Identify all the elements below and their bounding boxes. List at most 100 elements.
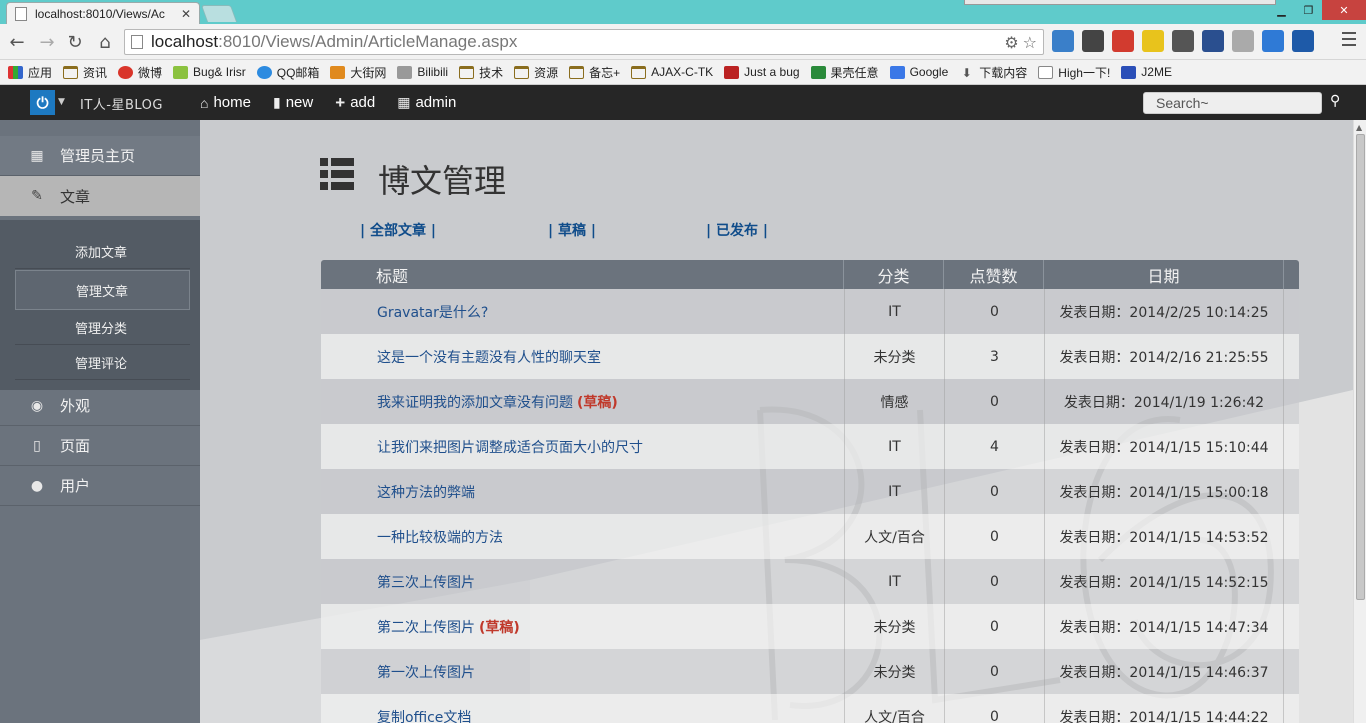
article-title-link[interactable]: 让我们来把图片调整成适合页面大小的尺寸	[377, 437, 643, 457]
evernote-icon[interactable]	[1082, 30, 1104, 52]
app-ext-icon[interactable]	[1292, 30, 1314, 52]
article-title-link[interactable]: 复制office文档	[377, 707, 471, 723]
maximize-icon[interactable]: ❐	[1295, 0, 1322, 20]
article-title-link[interactable]: 第三次上传图片	[377, 572, 475, 592]
bookmark-item[interactable]: ⬇ 下载内容	[959, 64, 1028, 81]
new-tab-button[interactable]	[200, 5, 238, 22]
submenu-manage-comments[interactable]: 管理评论	[15, 345, 190, 380]
weibo-ext-icon[interactable]	[1112, 30, 1134, 52]
article-title-link[interactable]: 这是一个没有主题没有人性的聊天室	[377, 347, 601, 367]
table-row: 一种比较极端的方法 人文/百合 0 发表日期：2014/1/15 14:53:52	[321, 514, 1299, 559]
bookmark-item[interactable]: Google	[889, 65, 948, 79]
bug-report-icon	[724, 65, 740, 79]
plus-icon: +	[335, 92, 346, 112]
bug-icon	[173, 65, 189, 79]
column-header-title[interactable]: 标题	[321, 260, 844, 289]
article-title-cell: 让我们来把图片调整成适合页面大小的尺寸	[321, 424, 844, 469]
article-title-link[interactable]: 第一次上传图片	[377, 662, 475, 682]
submenu-manage-categories[interactable]: 管理分类	[15, 310, 190, 345]
minimize-icon[interactable]: ▁	[1268, 0, 1295, 20]
site-brand[interactable]: IT人-星BLOG	[80, 94, 163, 113]
apps-icon	[8, 65, 23, 79]
filter-published[interactable]: | 已发布 |	[706, 220, 768, 240]
phone-ext-icon[interactable]	[1142, 30, 1164, 52]
extension-icon[interactable]: ⚙	[1004, 33, 1018, 52]
bookmark-item[interactable]: AJAX-C-TK	[631, 65, 713, 79]
baidu-ext-icon[interactable]	[1262, 30, 1284, 52]
column-header-likes[interactable]: 点赞数	[944, 260, 1044, 289]
submenu-add-article[interactable]: 添加文章	[15, 234, 190, 269]
bookmark-item[interactable]: Just a bug	[724, 65, 800, 79]
search-input[interactable]	[1143, 92, 1322, 114]
bilibili-icon	[397, 65, 413, 79]
google-icon	[889, 65, 905, 79]
bookmark-item[interactable]: 大街网	[330, 64, 386, 81]
article-category-cell: IT	[844, 559, 944, 604]
article-category-cell: 情感	[844, 379, 944, 424]
sidebar-item-pages[interactable]: ▯ 页面	[0, 426, 200, 466]
bookmark-item[interactable]: Bug& Irisr	[173, 65, 246, 79]
bookmark-item[interactable]: 技术	[459, 64, 503, 81]
filter-all[interactable]: | 全部文章 |	[360, 220, 436, 240]
bookmark-item[interactable]: 资讯	[63, 64, 107, 81]
table-row: Gravatar是什么? IT 0 发表日期：2014/2/25 10:14:25	[321, 289, 1299, 334]
article-title-link[interactable]: 第二次上传图片	[377, 617, 475, 637]
page-favicon-icon	[15, 6, 27, 21]
profile-area	[964, 0, 1276, 5]
sidebar-item-users[interactable]: ● 用户	[0, 466, 200, 506]
bookmark-item[interactable]: 微博	[118, 64, 162, 81]
bookmark-item[interactable]: J2ME	[1121, 65, 1172, 79]
bookmark-item[interactable]: 果壳任意	[810, 64, 879, 81]
home-icon[interactable]: ⌂	[94, 31, 116, 53]
bookmark-item[interactable]: 资源	[514, 64, 558, 81]
article-table: 标题 分类 点赞数 日期 Gravatar是什么? IT 0 发表日期：2014/2/…	[321, 260, 1299, 723]
reload-icon[interactable]: ↻	[64, 31, 86, 53]
article-title-link[interactable]: 这种方法的弊端	[377, 482, 475, 502]
address-bar[interactable]: localhost:8010/Views/Admin/ArticleManage…	[124, 29, 1044, 55]
article-likes-cell: 0	[944, 469, 1044, 514]
scrollbar-thumb[interactable]	[1356, 134, 1365, 600]
nav-admin[interactable]: ▦ admin	[397, 94, 456, 111]
translate-icon[interactable]	[1052, 30, 1074, 52]
search-icon[interactable]: ⚲	[1330, 93, 1340, 109]
scroll-up-icon[interactable]: ▲	[1356, 123, 1362, 132]
nav-home[interactable]: ⌂ home	[200, 94, 251, 111]
sidebar-item-articles[interactable]: ✎ 文章	[0, 176, 200, 216]
article-title-link[interactable]: 一种比较极端的方法	[377, 527, 503, 547]
bookmark-item[interactable]: 备忘+	[569, 64, 620, 81]
bookmark-star-icon[interactable]: ☆	[1023, 33, 1037, 52]
url-host: localhost	[151, 32, 219, 51]
column-header-category[interactable]: 分类	[844, 260, 944, 289]
column-header-date[interactable]: 日期	[1044, 260, 1284, 289]
power-icon[interactable]: ⏻	[30, 90, 55, 115]
sidebar-item-dashboard[interactable]: ▦ 管理员主页	[0, 136, 200, 176]
page-scrollbar[interactable]: ▲	[1353, 120, 1366, 723]
bookmark-item[interactable]: 应用	[8, 64, 52, 81]
article-title-cell: 这是一个没有主题没有人性的聊天室	[321, 334, 844, 379]
sidebar-item-appearance[interactable]: ◉ 外观	[0, 386, 200, 426]
caret-down-icon[interactable]: ▼	[58, 97, 65, 107]
filter-drafts[interactable]: | 草稿 |	[548, 220, 596, 240]
nav-add[interactable]: + add	[335, 93, 375, 113]
submenu-manage-articles[interactable]: 管理文章	[15, 270, 190, 310]
nav-new[interactable]: ▮ new	[273, 94, 313, 111]
bookmark-item[interactable]: Bilibili	[397, 65, 448, 79]
tool-ext-icon[interactable]	[1172, 30, 1194, 52]
article-date-cell: 发表日期：2014/1/15 14:44:22	[1044, 694, 1284, 723]
bookmark-item[interactable]: High一下!	[1038, 64, 1110, 81]
top-nav: ⌂ home ▮ new + add ▦ admin	[200, 85, 478, 120]
browser-tab[interactable]: localhost:8010/Views/Ac ✕	[6, 2, 200, 24]
close-tab-icon[interactable]: ✕	[181, 7, 191, 21]
sync-ext-icon[interactable]	[1232, 30, 1254, 52]
share-ext-icon[interactable]	[1202, 30, 1224, 52]
bookmark-item[interactable]: QQ邮箱	[256, 64, 319, 81]
browser-menu-icon[interactable]	[1342, 32, 1356, 46]
article-title-link[interactable]: Gravatar是什么?	[377, 302, 488, 322]
article-title-link[interactable]: 我来证明我的添加文章没有问题	[377, 392, 573, 412]
window-close-icon[interactable]: ✕	[1322, 0, 1366, 20]
comment-icon: ▮	[273, 94, 281, 110]
extension-icons	[1052, 30, 1314, 52]
back-icon[interactable]: ←	[6, 31, 28, 53]
forward-icon[interactable]: →	[36, 31, 58, 53]
pencil-icon: ✎	[31, 188, 43, 204]
